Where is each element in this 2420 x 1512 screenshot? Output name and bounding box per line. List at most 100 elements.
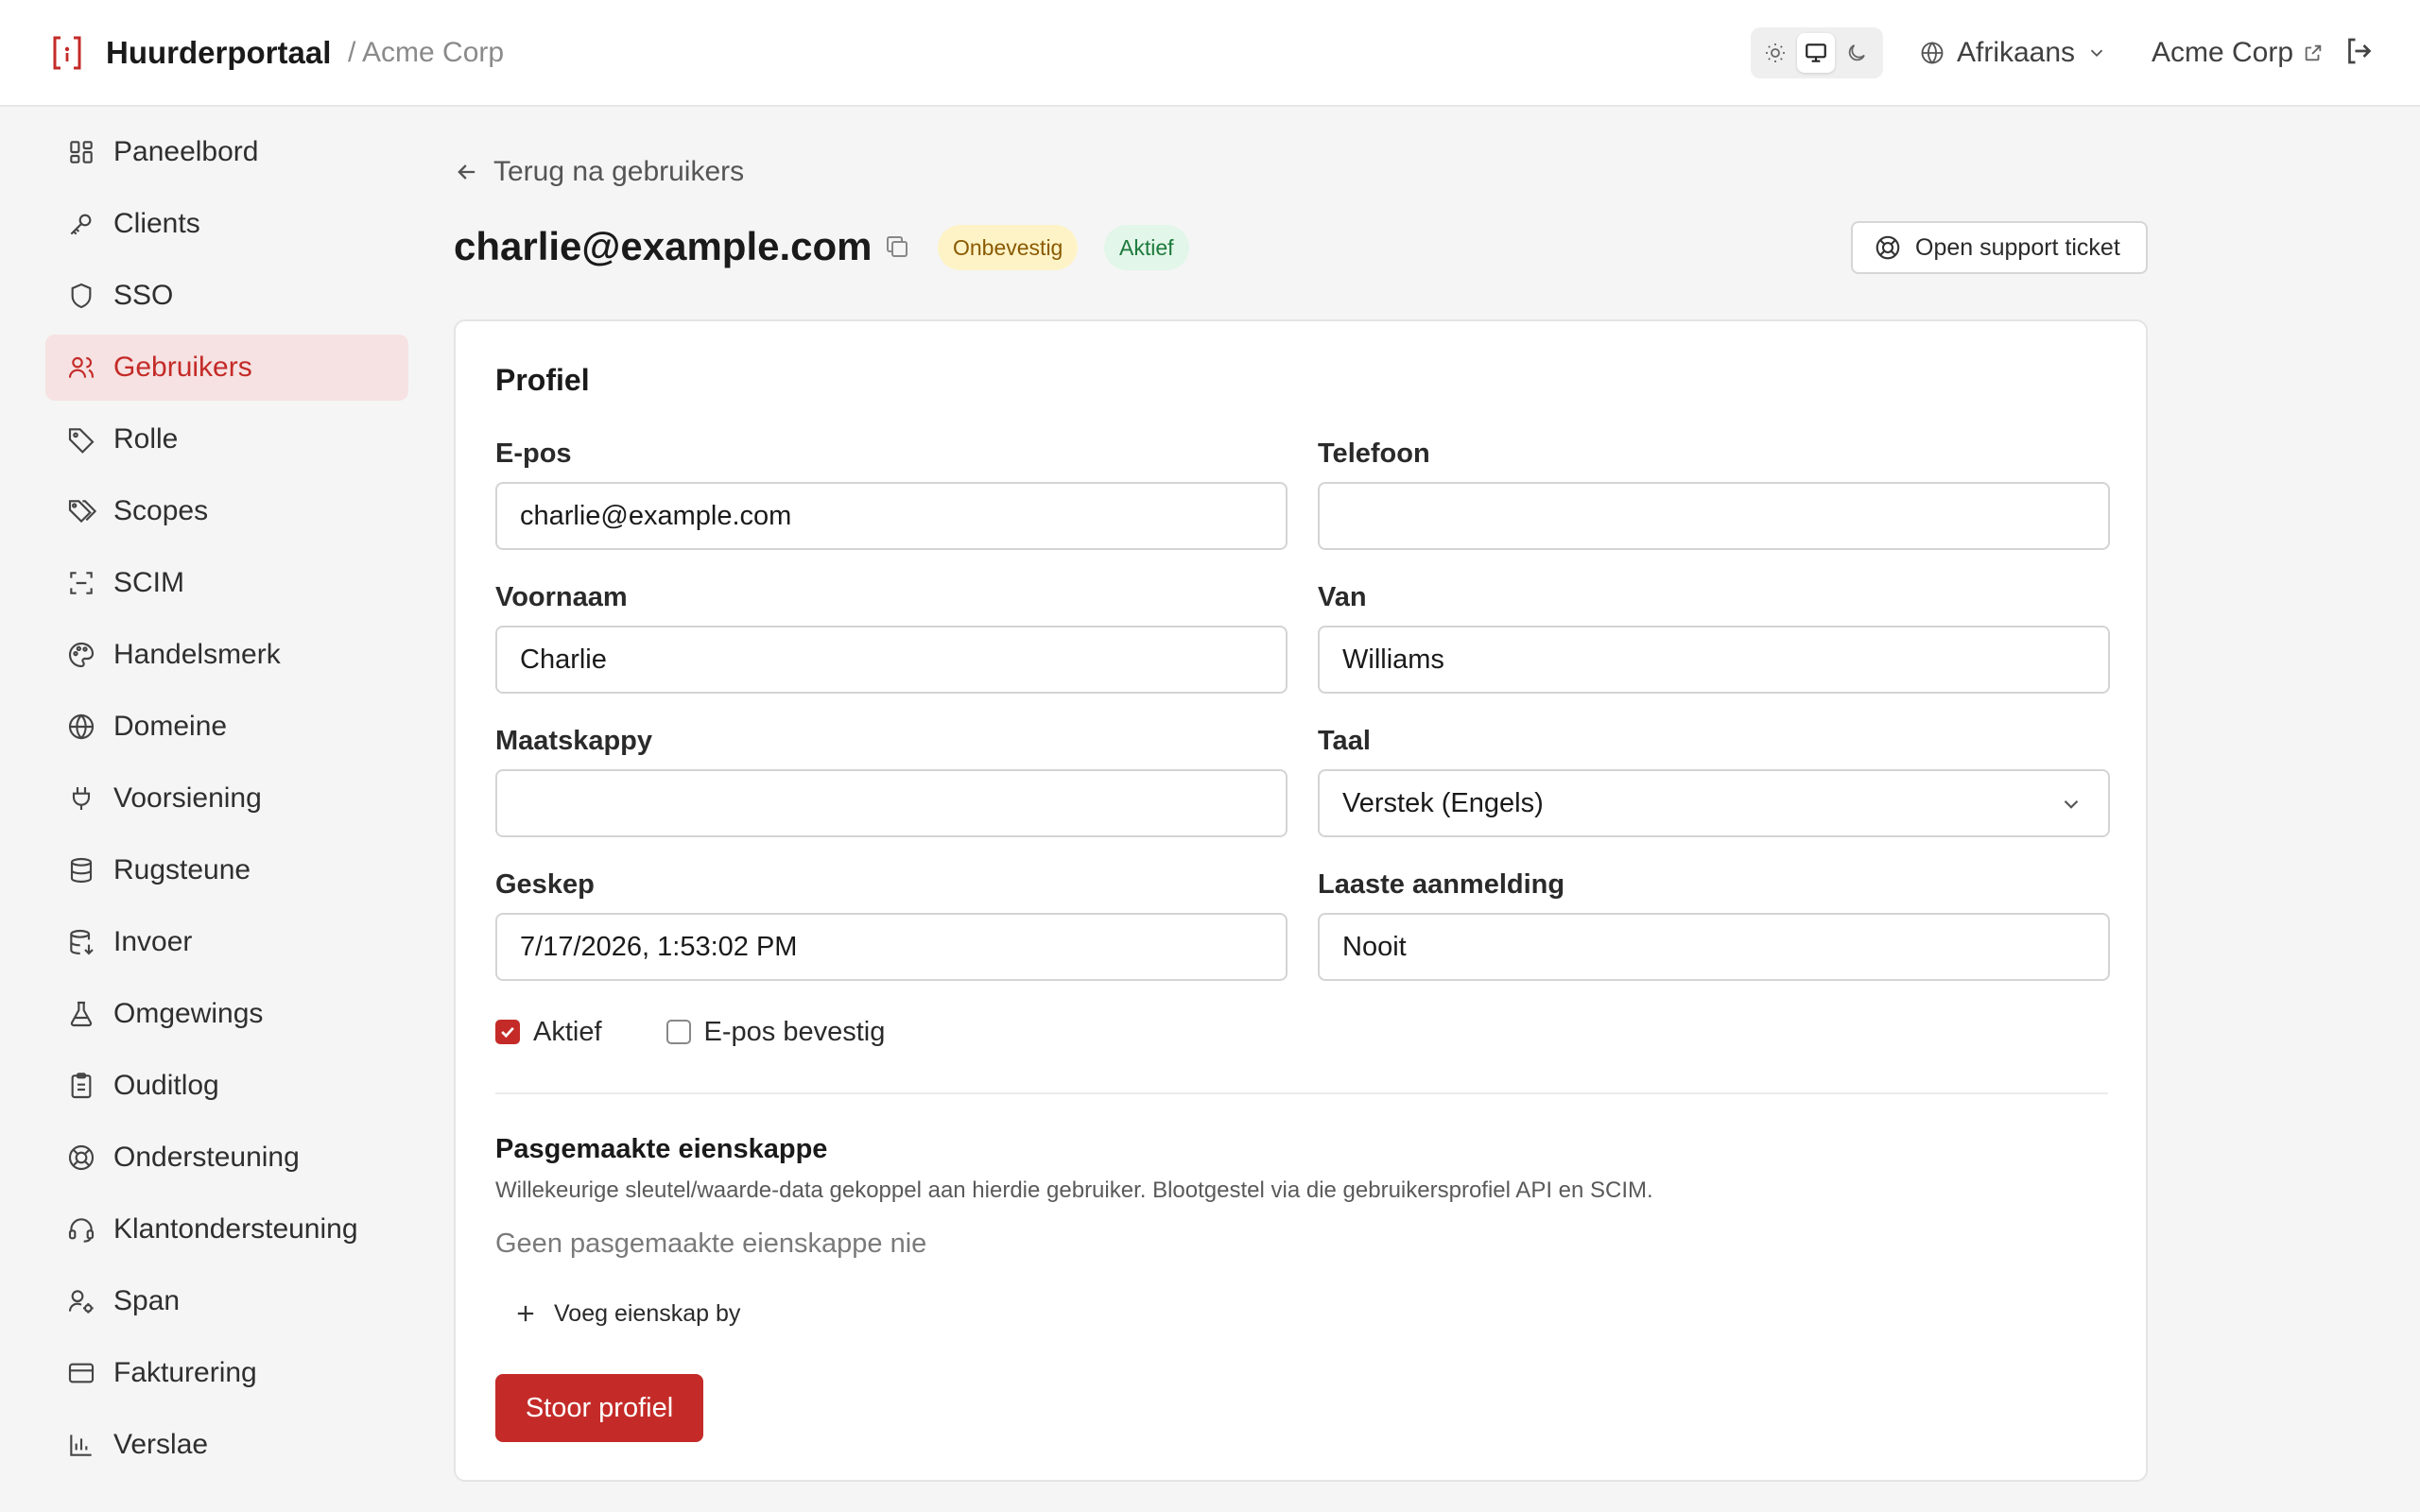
- sidebar-item-label: SCIM: [113, 567, 184, 598]
- email-field[interactable]: charlie@example.com: [495, 482, 1288, 550]
- company-label: Maatskappy: [495, 726, 653, 756]
- lifebuoy-icon: [68, 1144, 95, 1171]
- flask-icon: [70, 1001, 93, 1027]
- sidebar-item-label: Span: [113, 1285, 181, 1316]
- sidebar-item-scopes[interactable]: Scopes: [45, 478, 408, 544]
- user-cog-icon: [68, 1290, 94, 1314]
- sidebar-item-handelsmerk[interactable]: Handelsmerk: [45, 622, 408, 688]
- sidebar-item-label: Rugsteune: [113, 854, 251, 885]
- active-checkbox-label: Aktief: [533, 1016, 602, 1047]
- monitor-icon: [1806, 43, 1826, 62]
- sidebar-item-clients[interactable]: Clients: [45, 191, 408, 257]
- globe-icon: [1921, 42, 1944, 64]
- credit-card-icon: [68, 1363, 95, 1383]
- page-title: charlie@example.com: [454, 224, 873, 268]
- plus-icon: [517, 1305, 534, 1322]
- copy-icon: [887, 236, 908, 257]
- sidebar-item-label: Invoer: [113, 926, 193, 957]
- company-field[interactable]: [495, 769, 1288, 837]
- sidebar-item-label: Voorsiening: [113, 782, 262, 814]
- sidebar-item-span[interactable]: Span: [45, 1268, 408, 1334]
- add-property-label: Voeg eienskap by: [554, 1299, 741, 1327]
- first-name-field[interactable]: Charlie: [495, 626, 1288, 694]
- theme-switcher: [1751, 27, 1883, 78]
- language-select[interactable]: Verstek (Engels): [1318, 769, 2110, 837]
- sidebar-item-voorsiening[interactable]: Voorsiening: [45, 765, 408, 832]
- save-profile-button[interactable]: Stoor profiel: [495, 1374, 703, 1442]
- sidebar-item-label: Fakturering: [113, 1357, 257, 1388]
- phone-field[interactable]: [1318, 482, 2110, 550]
- copy-email-button[interactable]: [883, 232, 913, 263]
- sidebar-item-label: Handelsmerk: [113, 639, 281, 670]
- database-import-icon: [70, 929, 94, 955]
- section-divider: [495, 1092, 2108, 1094]
- created-label: Geskep: [495, 869, 595, 900]
- sidebar-item-fakturering[interactable]: Fakturering: [45, 1340, 408, 1406]
- sidebar-item-sso[interactable]: SSO: [45, 263, 408, 329]
- app-name[interactable]: Huurderportaal: [106, 34, 331, 72]
- plug-icon: [72, 787, 91, 810]
- sidebar-item-ondersteuning[interactable]: Ondersteuning: [45, 1125, 408, 1191]
- dashboard-icon: [70, 141, 93, 163]
- active-checkbox[interactable]: [495, 1020, 520, 1044]
- add-property-button[interactable]: Voeg eienskap by: [512, 1295, 740, 1332]
- logout-button[interactable]: [2342, 34, 2380, 72]
- email-verified-checkbox[interactable]: [666, 1020, 691, 1044]
- sidebar-item-klantondersteuning[interactable]: Klantondersteuning: [45, 1196, 408, 1263]
- sidebar-item-gebruikers[interactable]: Gebruikers: [45, 335, 408, 401]
- sidebar-item-label: Klantondersteuning: [113, 1213, 358, 1245]
- custom-properties-description: Willekeurige sleutel/waarde-data gekoppe…: [495, 1177, 1653, 1203]
- tag-icon: [68, 428, 95, 454]
- sidebar-item-label: Verslae: [113, 1429, 209, 1460]
- sidebar-item-scim[interactable]: SCIM: [45, 550, 408, 616]
- theme-system-button[interactable]: [1796, 33, 1836, 73]
- bar-chart-icon: [70, 1435, 92, 1456]
- sidebar-item-rugsteune[interactable]: Rugsteune: [45, 837, 408, 903]
- tags-icon: [68, 500, 96, 524]
- custom-properties-empty-text: Geen pasgemaakte eienskappe nie: [495, 1228, 927, 1259]
- back-to-users-link[interactable]: Terug na gebruikers: [454, 153, 744, 191]
- status-badge-unverified: Onbevestig: [938, 225, 1079, 270]
- sidebar-item-label: Ouditlog: [113, 1070, 219, 1101]
- created-field-group: Geskep 7/17/2026, 1:53:02 PM: [495, 866, 1288, 981]
- moon-icon: [1848, 44, 1865, 61]
- phone-label: Telefoon: [1318, 438, 1430, 469]
- sidebar-item-rolle[interactable]: Rolle: [45, 406, 408, 472]
- phone-field-group: Telefoon: [1318, 435, 2110, 550]
- theme-dark-button[interactable]: [1837, 33, 1876, 73]
- org-external-link[interactable]: Acme Corp: [2152, 32, 2324, 74]
- profile-card: Profiel E-pos charlie@example.com Telefo…: [454, 319, 2148, 1482]
- first-name-label: Voornaam: [495, 582, 628, 612]
- last-login-label: Laaste aanmelding: [1318, 869, 1565, 900]
- palette-icon: [68, 642, 95, 668]
- email-field-group: E-pos charlie@example.com: [495, 435, 1288, 550]
- globe-icon: [68, 713, 95, 740]
- sun-icon: [1766, 43, 1786, 62]
- last-login-field: Nooit: [1318, 913, 2110, 981]
- brand-logo-icon[interactable]: [51, 34, 83, 72]
- first-name-field-group: Voornaam Charlie: [495, 578, 1288, 694]
- sidebar-item-label: Omgewings: [113, 998, 264, 1029]
- sidebar-item-omgewings[interactable]: Omgewings: [45, 981, 408, 1047]
- sidebar-item-ouditlog[interactable]: Ouditlog: [45, 1053, 408, 1119]
- status-checkboxes: Aktief E-pos bevestig: [495, 1013, 885, 1051]
- sidebar-item-label: Domeine: [113, 711, 228, 742]
- check-icon: [501, 1026, 514, 1039]
- language-select-value: Verstek (Engels): [1342, 788, 1544, 818]
- sidebar-item-domeine[interactable]: Domeine: [45, 694, 408, 760]
- language-selector[interactable]: Afrikaans: [1919, 32, 2107, 74]
- last-name-field[interactable]: Williams: [1318, 626, 2110, 694]
- database-icon: [70, 857, 93, 884]
- org-breadcrumb: / Acme Corp: [348, 37, 505, 68]
- custom-properties-title: Pasgemaakte eienskappe: [495, 1134, 828, 1164]
- sidebar-item-verslae[interactable]: Verslae: [45, 1412, 408, 1478]
- theme-light-button[interactable]: [1756, 33, 1795, 73]
- sidebar-item-paneelbord[interactable]: Paneelbord: [45, 119, 408, 185]
- clipboard-icon: [71, 1073, 92, 1099]
- sidebar-item-label: Gebruikers: [113, 352, 252, 383]
- email-verified-checkbox-label: E-pos bevestig: [703, 1016, 886, 1047]
- external-link-icon: [2305, 44, 2322, 61]
- last-name-label: Van: [1318, 582, 1367, 612]
- sidebar-item-invoer[interactable]: Invoer: [45, 909, 408, 975]
- open-support-ticket-button[interactable]: Open support ticket: [1851, 221, 2148, 274]
